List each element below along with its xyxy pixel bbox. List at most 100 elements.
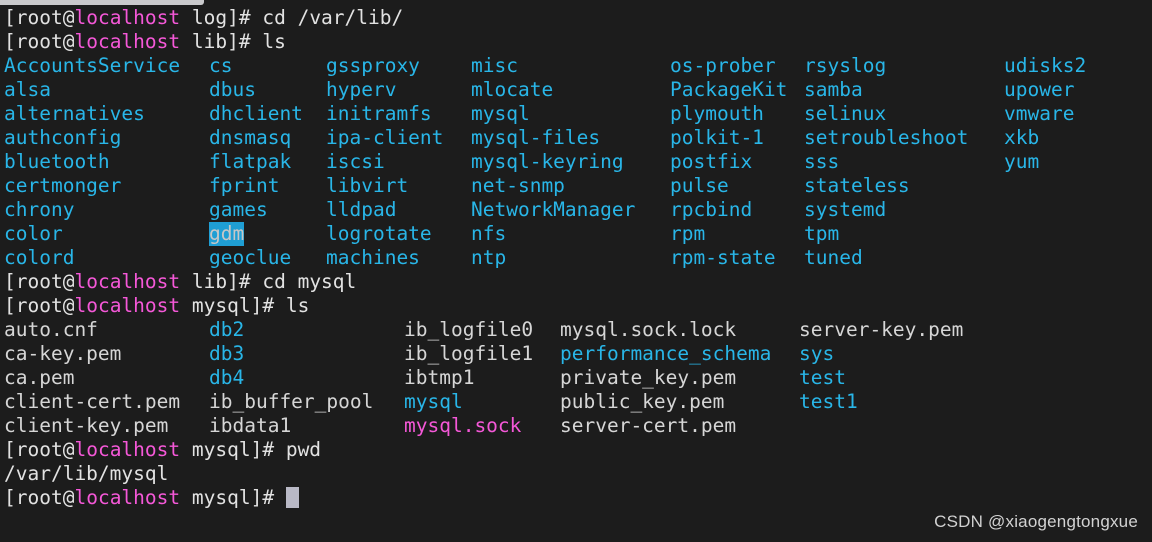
- listing-directory-entry[interactable]: sss: [804, 150, 839, 174]
- listing-file-entry[interactable]: ca.pem: [4, 366, 74, 390]
- listing-row: AccountsService cs gssproxy misc os-prober rs…: [4, 54, 1152, 78]
- listing-directory-entry[interactable]: rpm-state: [670, 246, 776, 270]
- prompt-cwd: lib: [191, 30, 228, 53]
- listing-file-entry[interactable]: ca-key.pem: [4, 342, 121, 366]
- listing-directory-entry[interactable]: selinux: [804, 102, 886, 126]
- listing-directory-entry[interactable]: rsyslog: [804, 54, 886, 78]
- listing-directory-entry[interactable]: net-snmp: [471, 174, 565, 198]
- listing-row: chrony games lldpad NetworkManager rpcbind sy…: [4, 198, 1152, 222]
- listing-directory-entry[interactable]: AccountsService: [4, 54, 180, 78]
- prompt-cwd: mysql: [191, 438, 251, 461]
- listing-directory-entry[interactable]: machines: [326, 246, 420, 270]
- listing-directory-entry[interactable]: games: [209, 198, 268, 222]
- listing-directory-entry[interactable]: sys: [799, 342, 834, 366]
- listing-directory-entry[interactable]: xkb: [1004, 126, 1039, 150]
- listing-directory-entry[interactable]: test: [799, 366, 846, 390]
- listing-directory-entry[interactable]: alternatives: [4, 102, 145, 126]
- listing-directory-entry[interactable]: colord: [4, 246, 74, 270]
- listing-directory-entry[interactable]: bluetooth: [4, 150, 110, 174]
- listing-directory-entry[interactable]: color: [4, 222, 63, 246]
- listing-directory-entry[interactable]: db2: [209, 318, 244, 342]
- listing-file-entry[interactable]: ibdata1: [209, 414, 291, 438]
- prompt-bracket-close: ]#: [227, 30, 263, 53]
- listing-directory-entry[interactable]: dnsmasq: [209, 126, 291, 150]
- listing-directory-entry[interactable]: chrony: [4, 198, 74, 222]
- prompt-at: @: [62, 294, 75, 317]
- listing-file-entry[interactable]: public_key.pem: [560, 390, 724, 414]
- listing-directory-entry[interactable]: rpm: [670, 222, 705, 246]
- listing-file-entry[interactable]: mysql.sock.lock: [560, 318, 736, 342]
- prompt-at: @: [62, 30, 75, 53]
- listing-directory-entry[interactable]: initramfs: [326, 102, 432, 126]
- prompt-host: localhost: [74, 438, 181, 461]
- listing-file-entry[interactable]: server-cert.pem: [560, 414, 736, 438]
- listing-row: ca-key.pem db3 ib_logfile1 performance_sche…: [4, 342, 1152, 366]
- listing-file-entry[interactable]: ibtmp1: [404, 366, 474, 390]
- listing-selected-entry[interactable]: gdm: [209, 222, 245, 246]
- listing-directory-entry[interactable]: rpcbind: [670, 198, 752, 222]
- listing-file-entry[interactable]: ib_logfile0: [404, 318, 533, 342]
- listing-directory-entry[interactable]: tuned: [804, 246, 863, 270]
- listing-directory-entry[interactable]: mysql: [471, 102, 530, 126]
- listing-directory-entry[interactable]: mysql: [404, 390, 463, 414]
- listing-directory-entry[interactable]: dbus: [209, 78, 256, 102]
- listing-directory-entry[interactable]: certmonger: [4, 174, 121, 198]
- listing-directory-entry[interactable]: udisks2: [1004, 54, 1086, 78]
- listing-directory-entry[interactable]: polkit-1: [670, 126, 764, 150]
- listing-directory-entry[interactable]: systemd: [804, 198, 886, 222]
- listing-directory-entry[interactable]: hyperv: [326, 78, 396, 102]
- listing-directory-entry[interactable]: mysql-files: [471, 126, 600, 150]
- listing-directory-entry[interactable]: samba: [804, 78, 863, 102]
- listing-directory-entry[interactable]: vmware: [1004, 102, 1074, 126]
- listing-directory-entry[interactable]: db4: [209, 366, 244, 390]
- prompt-bracket-open: [: [4, 270, 16, 293]
- listing-file-entry[interactable]: client-key.pem: [4, 414, 168, 438]
- listing-directory-entry[interactable]: gssproxy: [326, 54, 420, 78]
- listing-directory-entry[interactable]: tpm: [804, 222, 839, 246]
- listing-socket-entry[interactable]: mysql.sock: [404, 414, 521, 438]
- listing-directory-entry[interactable]: plymouth: [670, 102, 764, 126]
- listing-directory-entry[interactable]: nfs: [471, 222, 506, 246]
- listing-directory-entry[interactable]: mysql-keyring: [471, 150, 624, 174]
- listing-file-entry[interactable]: ib_buffer_pool: [209, 390, 373, 414]
- listing-directory-entry[interactable]: libvirt: [326, 174, 408, 198]
- listing-directory-entry[interactable]: misc: [471, 54, 518, 78]
- listing-directory-entry[interactable]: iscsi: [326, 150, 385, 174]
- listing-directory-entry[interactable]: ntp: [471, 246, 506, 270]
- prompt-at: @: [62, 270, 75, 293]
- listing-directory-entry[interactable]: os-prober: [670, 54, 776, 78]
- listing-directory-entry[interactable]: yum: [1004, 150, 1039, 174]
- listing-file-entry[interactable]: server-key.pem: [799, 318, 963, 342]
- listing-file-entry[interactable]: auto.cnf: [4, 318, 98, 342]
- listing-directory-entry[interactable]: flatpak: [209, 150, 291, 174]
- listing-row: alsa dbus hyperv mlocate PackageKit samba upow…: [4, 78, 1152, 102]
- listing-directory-entry[interactable]: dhclient: [209, 102, 303, 126]
- listing-directory-entry[interactable]: alsa: [4, 78, 51, 102]
- listing-directory-entry[interactable]: cs: [209, 54, 232, 78]
- listing-directory-entry[interactable]: postfix: [670, 150, 752, 174]
- listing-directory-entry[interactable]: db3: [209, 342, 244, 366]
- listing-directory-entry[interactable]: upower: [1004, 78, 1074, 102]
- listing-directory-entry[interactable]: lldpad: [326, 198, 396, 222]
- prompt-host: localhost: [74, 30, 181, 53]
- listing-directory-entry[interactable]: performance_schema: [560, 342, 771, 366]
- listing-directory-entry[interactable]: mlocate: [471, 78, 553, 102]
- terminal-screen[interactable]: [root@localhost log]# cd /var/lib/[root@…: [4, 6, 1152, 510]
- listing-directory-entry[interactable]: test1: [799, 390, 858, 414]
- listing-directory-entry[interactable]: stateless: [804, 174, 910, 198]
- listing-directory-entry[interactable]: logrotate: [326, 222, 432, 246]
- listing-directory-entry[interactable]: pulse: [670, 174, 729, 198]
- listing-file-entry[interactable]: ib_logfile1: [404, 342, 533, 366]
- listing-directory-entry[interactable]: setroubleshoot: [804, 126, 968, 150]
- terminal-window[interactable]: [root@localhost log]# cd /var/lib/[root@…: [0, 0, 1152, 542]
- listing-directory-entry[interactable]: fprint: [209, 174, 279, 198]
- listing-file-entry[interactable]: client-cert.pem: [4, 390, 180, 414]
- listing-directory-entry[interactable]: ipa-client: [326, 126, 443, 150]
- listing-directory-entry[interactable]: PackageKit: [670, 78, 787, 102]
- listing-file-entry[interactable]: private_key.pem: [560, 366, 736, 390]
- listing-directory-entry[interactable]: geoclue: [209, 246, 291, 270]
- listing-directory-entry[interactable]: authconfig: [4, 126, 121, 150]
- listing-directory-entry[interactable]: NetworkManager: [471, 198, 635, 222]
